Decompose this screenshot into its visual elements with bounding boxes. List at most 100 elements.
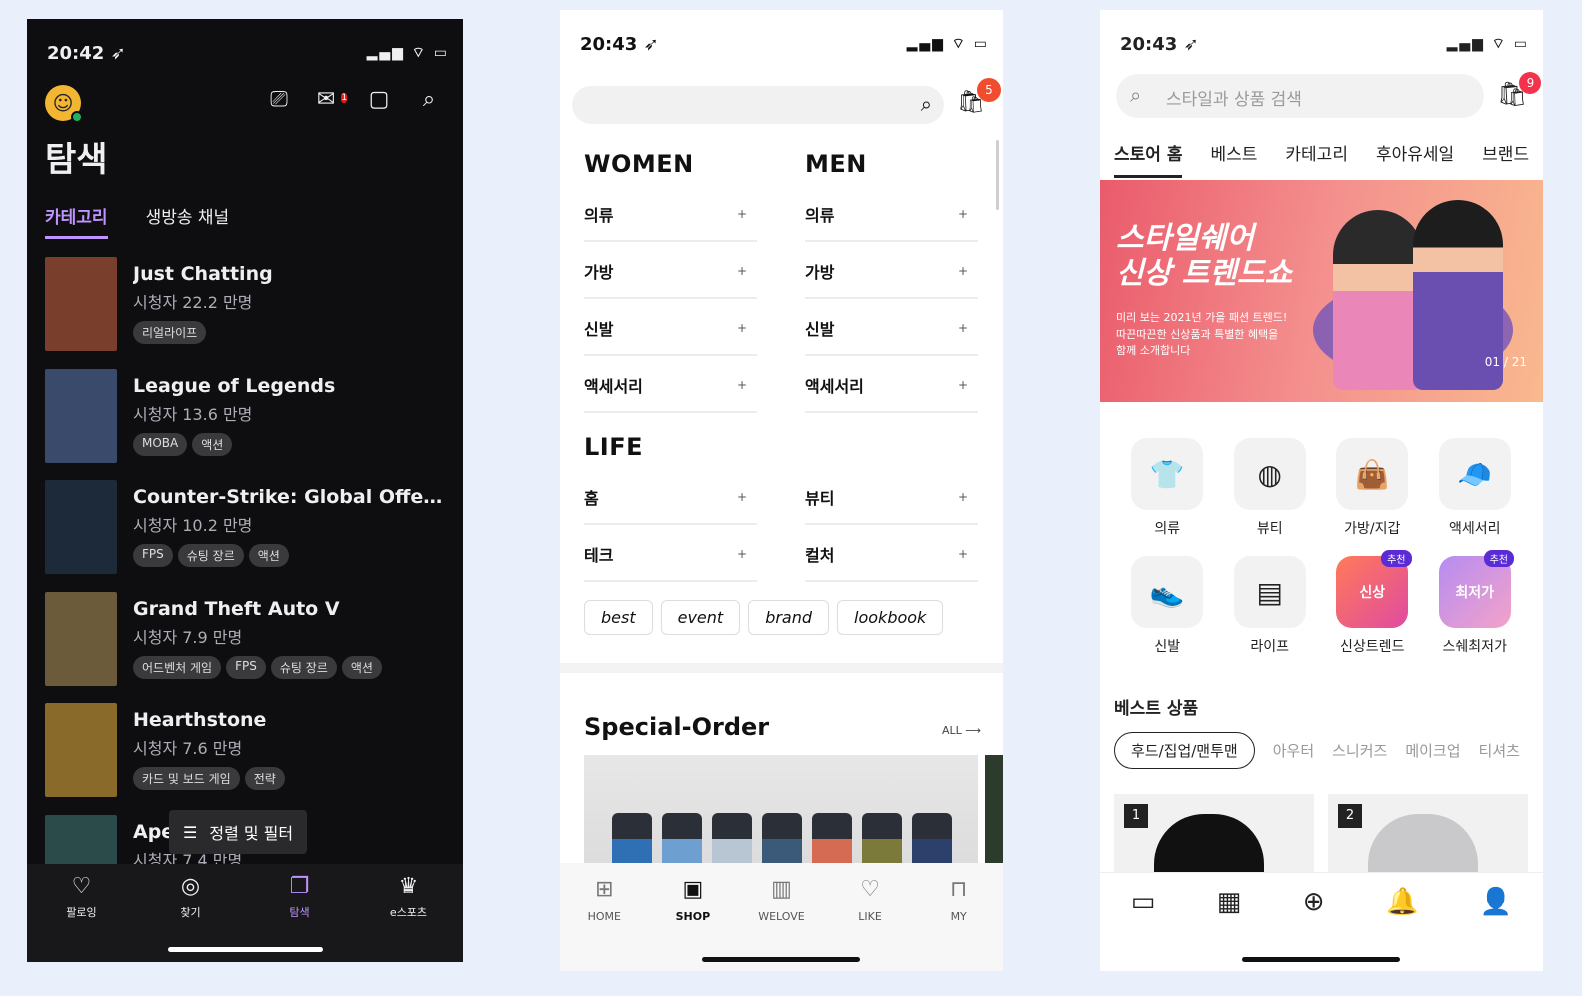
cart-icon[interactable]: 🛍 5 (957, 78, 1001, 115)
category-info: Just Chatting 시청자 22.2 만명 리얼라이프 (133, 263, 451, 369)
status-bar: 20:43 ➶ ▂▄▆ ⌔ ▭ (560, 10, 1003, 70)
tab-store-home[interactable]: 스토어 홈 (1114, 140, 1183, 178)
category-tile[interactable]: 🧢 액세서리 (1424, 438, 1527, 538)
status-icons: ▂▄▆ ⌔ ▭ (906, 36, 989, 52)
avatar[interactable]: ☺ (45, 85, 83, 123)
category-tile[interactable]: ◍ 뷰티 (1219, 438, 1322, 538)
filter-chip[interactable]: 후드/집업/맨투맨 (1114, 732, 1255, 769)
tab-sale[interactable]: 후아유세일 (1376, 140, 1454, 178)
category-tile[interactable]: 👕 의류 (1116, 438, 1219, 538)
category-label: 액세서리 (584, 376, 643, 396)
men-category-row[interactable]: 의류 + (805, 185, 978, 242)
bottle-image (912, 813, 952, 867)
category-tag[interactable]: FPS (226, 655, 266, 679)
category-tag[interactable]: FPS (133, 544, 173, 567)
life-category-row[interactable]: 뷰티 + (805, 468, 978, 525)
status-bar: 20:43 ➶ ▂▄▆ ⌔ ▭ (1100, 10, 1543, 70)
feed-icon[interactable]: ▭ (1131, 887, 1156, 971)
sort-filter-button[interactable]: ☰ 정렬 및 필터 (169, 810, 308, 854)
women-category-row[interactable]: 의류 + (584, 185, 757, 242)
tab-category[interactable]: 카테고리 (1285, 140, 1348, 178)
promo-banner[interactable]: 스타일쉐어 신상 트렌드쇼 미리 보는 2021년 가을 패션 트렌드! 따끈따… (1100, 180, 1543, 402)
category-list-item[interactable]: League of Legends 시청자 13.6 만명 MOBA 액션 (45, 368, 453, 481)
nav-label: MY (950, 910, 967, 923)
life-category-row[interactable]: 홈 + (584, 468, 757, 525)
bottle-image (712, 813, 752, 867)
category-tag[interactable]: 슈팅 장르 (177, 544, 244, 567)
whisper-icon[interactable]: ▢ (365, 87, 393, 112)
nav-home[interactable]: ⊞ HOME (569, 877, 639, 971)
product-card[interactable]: 2 (1328, 794, 1528, 874)
quick-link-chip[interactable]: event (660, 600, 741, 635)
men-category-row[interactable]: 신발 + (805, 299, 978, 356)
banner-headline-line: 신상 트렌드쇼 (1116, 255, 1293, 291)
life-category-row[interactable]: 컬처 + (805, 525, 978, 582)
home-indicator[interactable] (702, 957, 860, 962)
category-tag[interactable]: 카드 및 보드 게임 (133, 767, 240, 790)
plus-icon: + (736, 320, 747, 335)
status-icons: ▂▄▆ ⌔ ▭ (1446, 36, 1529, 52)
filter-chip[interactable]: 스니커즈 (1332, 740, 1387, 761)
cart-icon[interactable]: 🛍 9 (1497, 72, 1542, 108)
home-indicator[interactable] (1242, 957, 1400, 962)
profile-icon[interactable]: 👤 (1480, 887, 1512, 971)
category-tile[interactable]: 👜 가방/지갑 (1321, 438, 1424, 538)
women-category-row[interactable]: 액세서리 + (584, 356, 757, 413)
women-category-row[interactable]: 가방 + (584, 242, 757, 299)
search-input[interactable]: ⌕ 스타일과 상품 검색 (1116, 74, 1484, 118)
store-phone-screen: 20:43 ➶ ▂▄▆ ⌔ ▭ ⌕ 스타일과 상품 검색 🛍 9 스토어 홈 베스… (1100, 10, 1543, 971)
quick-link-chip[interactable]: lookbook (837, 600, 944, 635)
category-info: Grand Theft Auto V 시청자 7.9 만명 어드벤처 게임 FPS 슈팅… (133, 598, 451, 704)
nav-esports[interactable]: ♛ e스포츠 (374, 874, 444, 962)
search-icon[interactable]: ⌕ (415, 87, 443, 112)
home-indicator[interactable] (168, 947, 323, 952)
category-tag[interactable]: 슈팅 장르 (270, 655, 337, 679)
inbox-icon[interactable]: ✉ 1 (315, 87, 348, 112)
category-tag[interactable]: 전략 (244, 767, 285, 790)
category-list-item[interactable]: Grand Theft Auto V 시청자 7.9 만명 어드벤처 게임 FPS 슈팅… (45, 591, 453, 704)
men-category-row[interactable]: 액세서리 + (805, 356, 978, 413)
special-order-product-image[interactable] (584, 755, 978, 867)
nav-my[interactable]: ⊓ MY (924, 877, 994, 971)
search-input[interactable]: ⌕ (572, 86, 944, 124)
scrollbar[interactable] (996, 140, 999, 210)
filter-chip[interactable]: 아우터 (1273, 740, 1314, 761)
bottle-image (862, 813, 902, 867)
category-tag[interactable]: 액션 (192, 432, 233, 456)
store-icon[interactable]: ▦ (1217, 887, 1242, 971)
category-tag[interactable]: 리얼라이프 (133, 321, 207, 344)
category-tag[interactable]: 액션 (341, 655, 382, 679)
men-category-row[interactable]: 가방 + (805, 242, 978, 299)
special-order-all-link[interactable]: ALL ⟶ (942, 724, 981, 737)
status-time: 20:43 ➶ (580, 34, 659, 55)
category-tag[interactable]: 액션 (248, 544, 289, 567)
nav-label: LIKE (858, 910, 882, 923)
quick-link-chip[interactable]: brand (748, 600, 830, 635)
category-label: 액세서리 (805, 376, 864, 396)
plus-icon: + (957, 320, 968, 335)
product-card[interactable]: 1 (1114, 794, 1314, 874)
cast-icon[interactable]: ⎚ (265, 87, 293, 112)
category-tile[interactable]: 👟 신발 (1116, 556, 1219, 656)
tab-best[interactable]: 베스트 (1210, 140, 1257, 178)
life-category-row[interactable]: 테크 + (584, 525, 757, 582)
tab-live-channels[interactable]: 생방송 채널 (146, 203, 230, 239)
special-order-next-image[interactable] (985, 755, 1003, 867)
category-tile[interactable]: 신상 신상트렌드 추천 (1321, 550, 1424, 656)
nav-following[interactable]: ♡ 팔로잉 (47, 874, 117, 962)
category-tile[interactable]: ▤ 라이프 (1219, 556, 1322, 656)
category-list-item[interactable]: Just Chatting 시청자 22.2 만명 리얼라이프 (45, 257, 453, 369)
quick-link-chip[interactable]: best (584, 600, 653, 635)
category-tag[interactable]: MOBA (133, 432, 188, 456)
search-icon[interactable]: ⌕ (921, 92, 932, 116)
top-action-bar: ⎚ ✉ 1 ▢ ⌕ (265, 87, 443, 112)
tab-brand[interactable]: 브랜드 (1482, 140, 1529, 178)
filter-chip[interactable]: 티셔츠 (1479, 740, 1520, 761)
women-category-row[interactable]: 신발 + (584, 299, 757, 356)
tab-categories[interactable]: 카테고리 (45, 203, 108, 239)
category-tag[interactable]: 어드벤처 게임 (133, 655, 222, 679)
category-list-item[interactable]: Counter-Strike: Global Offens... 시청자 10.2… (45, 480, 453, 592)
filter-chip[interactable]: 메이크업 (1405, 740, 1460, 761)
category-list-item[interactable]: Hearthstone 시청자 7.6 만명 카드 및 보드 게임 전략 (45, 703, 453, 815)
category-tile[interactable]: 최저가 스쉐최저가 추천 (1424, 550, 1527, 656)
